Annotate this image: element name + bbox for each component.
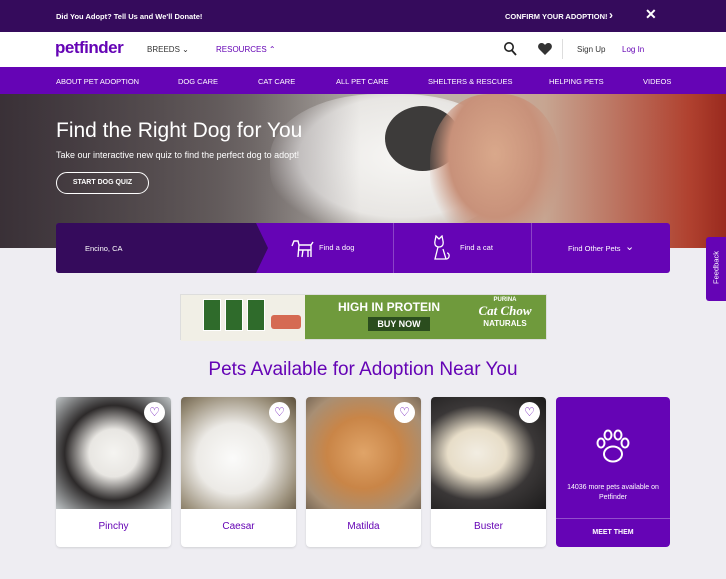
find-cat-label: Find a cat bbox=[460, 243, 493, 252]
chevron-right-icon[interactable]: › bbox=[609, 8, 613, 22]
ad-brand-logo: PURINA Cat Chow NATURALS bbox=[465, 297, 545, 337]
feedback-label: Feedback bbox=[711, 251, 721, 284]
location-field[interactable]: Encino, CA bbox=[56, 223, 256, 273]
confirm-adoption-link[interactable]: CONFIRM YOUR ADOPTION! bbox=[505, 12, 608, 21]
paw-icon bbox=[596, 429, 630, 463]
hero-person-image bbox=[430, 94, 560, 244]
meet-them-button[interactable]: MEET THEM bbox=[556, 529, 670, 536]
subnav-shelters-rescues[interactable]: SHELTERS & RESCUES bbox=[428, 77, 512, 86]
start-dog-quiz-button[interactable]: START DOG QUIZ bbox=[56, 172, 149, 194]
chevron-down-icon: ⌄ bbox=[625, 241, 635, 253]
favorite-heart-icon[interactable]: ♡ bbox=[144, 402, 165, 423]
location-arrow bbox=[256, 223, 268, 273]
pet-card[interactable]: ♡ Pinchy bbox=[56, 397, 171, 547]
heart-icon[interactable] bbox=[537, 41, 553, 57]
pet-name: Matilda bbox=[347, 521, 380, 532]
location-value: Encino, CA bbox=[85, 244, 123, 253]
favorite-heart-icon[interactable]: ♡ bbox=[394, 402, 415, 423]
favorite-heart-icon[interactable]: ♡ bbox=[519, 402, 540, 423]
subnav-all-pet-care[interactable]: ALL PET CARE bbox=[336, 77, 389, 86]
pet-name: Caesar bbox=[222, 521, 255, 532]
resources-menu[interactable]: RESOURCES ⌃ bbox=[216, 45, 276, 54]
sub-navigation: ABOUT PET ADOPTION DOG CARE CAT CARE ALL… bbox=[0, 67, 726, 94]
chevron-down-icon: ⌄ bbox=[182, 45, 189, 54]
cat-icon bbox=[434, 235, 450, 260]
chevron-up-icon: ⌃ bbox=[268, 45, 276, 54]
promo-text[interactable]: Did You Adopt? Tell Us and We'll Donate! bbox=[56, 12, 202, 21]
dog-icon bbox=[291, 240, 314, 258]
feedback-tab[interactable]: Feedback bbox=[706, 237, 726, 301]
pet-name: Pinchy bbox=[98, 521, 129, 532]
meet-more-pets-card[interactable]: 14036 more pets available on Petfinder M… bbox=[556, 397, 670, 547]
signup-link[interactable]: Sign Up bbox=[577, 45, 605, 54]
breeds-label: BREEDS bbox=[147, 45, 180, 54]
ad-bag bbox=[203, 299, 221, 331]
resources-label: RESOURCES bbox=[216, 45, 267, 54]
promo-bar: Did You Adopt? Tell Us and We'll Donate!… bbox=[0, 0, 726, 32]
advertisement-banner[interactable]: HIGH IN PROTEIN BUY NOW PURINA Cat Chow … bbox=[180, 294, 547, 341]
find-dog-label: Find a dog bbox=[319, 243, 355, 252]
ad-bag bbox=[247, 299, 265, 331]
ad-bowl bbox=[271, 315, 301, 329]
ad-headline: HIGH IN PROTEIN bbox=[338, 300, 441, 314]
breeds-menu[interactable]: BREEDS ⌄ bbox=[147, 45, 189, 54]
subnav-helping-pets[interactable]: HELPING PETS bbox=[549, 77, 604, 86]
pet-card[interactable]: ♡ Buster bbox=[431, 397, 546, 547]
ad-brand-sub: NATURALS bbox=[483, 319, 527, 328]
hero-subtitle: Take our interactive new quiz to find th… bbox=[56, 150, 300, 160]
close-icon[interactable]: ✕ bbox=[645, 6, 657, 23]
find-other-pets-button[interactable]: Find Other Pets ⌄ bbox=[532, 223, 670, 273]
ad-bag bbox=[225, 299, 243, 331]
ad-buy-now-button[interactable]: BUY NOW bbox=[368, 317, 430, 331]
search-icon[interactable] bbox=[503, 41, 517, 57]
section-title: Pets Available for Adoption Near You bbox=[208, 359, 518, 380]
ad-product-image bbox=[181, 295, 305, 341]
pet-search-bar: Encino, CA Find a dog Find a cat Find Ot… bbox=[56, 223, 670, 273]
subnav-dog-care[interactable]: DOG CARE bbox=[178, 77, 218, 86]
subnav-about-pet-adoption[interactable]: ABOUT PET ADOPTION bbox=[56, 77, 139, 86]
find-dog-button[interactable]: Find a dog bbox=[268, 223, 393, 273]
more-pets-text: 14036 more pets available on Petfinder bbox=[567, 484, 659, 501]
favorite-heart-icon[interactable]: ♡ bbox=[269, 402, 290, 423]
pet-card[interactable]: ♡ Matilda bbox=[306, 397, 421, 547]
pet-name: Buster bbox=[474, 521, 503, 532]
divider bbox=[562, 39, 563, 59]
subnav-cat-care[interactable]: CAT CARE bbox=[258, 77, 295, 86]
find-cat-button[interactable]: Find a cat bbox=[394, 223, 531, 273]
main-header: petfinder BREEDS ⌄ RESOURCES ⌃ Sign Up L… bbox=[0, 32, 726, 67]
login-link[interactable]: Log In bbox=[622, 45, 644, 54]
find-other-label: Find Other Pets bbox=[568, 244, 621, 253]
hero-title: Find the Right Dog for You bbox=[56, 119, 303, 142]
petfinder-logo[interactable]: petfinder bbox=[55, 38, 124, 58]
pet-card[interactable]: ♡ Caesar bbox=[181, 397, 296, 547]
subnav-videos[interactable]: VIDEOS bbox=[643, 77, 671, 86]
divider bbox=[556, 518, 670, 519]
ad-brand-main: Cat Chow bbox=[478, 303, 532, 318]
